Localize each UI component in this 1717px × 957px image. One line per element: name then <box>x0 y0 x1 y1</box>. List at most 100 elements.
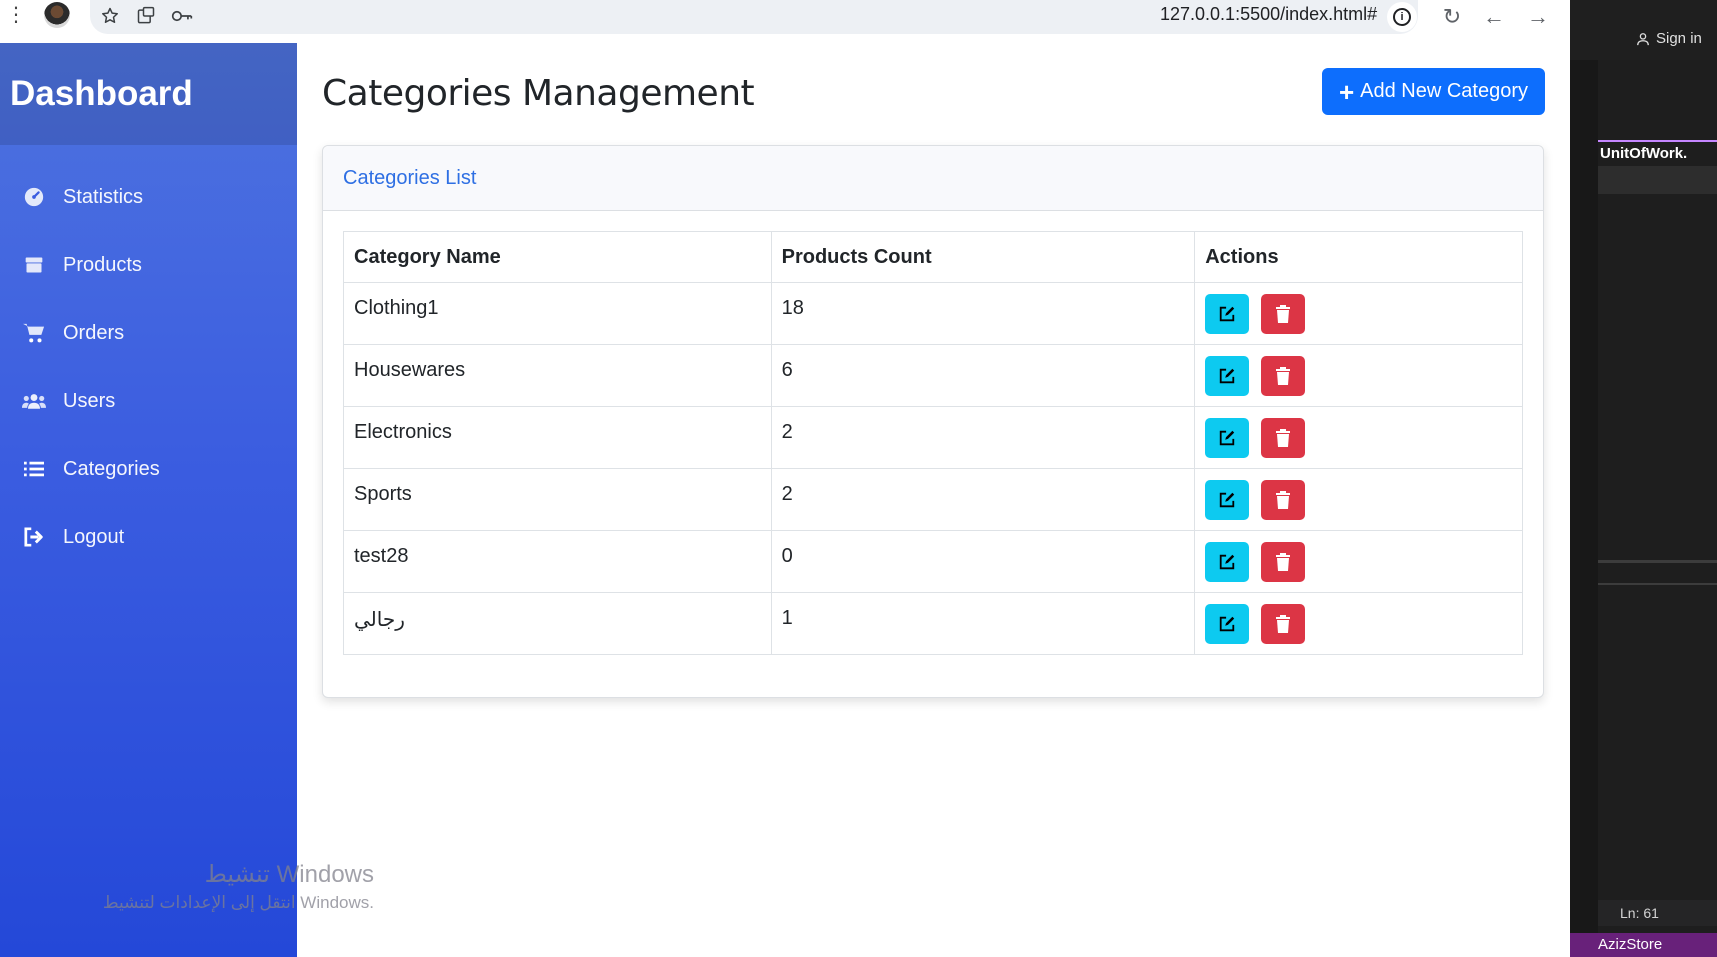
products-count-cell: 2 <box>770 406 1196 469</box>
sidebar-item-label: Categories <box>63 457 160 480</box>
add-category-button[interactable]: + Add New Category <box>1322 68 1545 115</box>
sidebar-item-label: Products <box>63 253 142 276</box>
edit-button[interactable] <box>1205 293 1250 334</box>
sign-in-button[interactable]: Sign in <box>1636 30 1702 47</box>
categories-card: Categories List Category Name Products C… <box>322 145 1544 698</box>
actions-cell <box>1194 530 1523 593</box>
actions-cell <box>1194 468 1523 531</box>
windows-watermark-subtitle: انتقل إلى الإعدادات لتنشيط Windows. <box>102 893 374 912</box>
delete-button[interactable] <box>1261 355 1306 396</box>
back-icon[interactable]: ← <box>1480 3 1508 31</box>
divider <box>1598 583 1717 585</box>
trash-icon <box>1276 366 1291 385</box>
browser-toolbar: ⋮ 127.0.0.1:5500/index.html# i ↻ ← → <box>0 0 1570 43</box>
edit-button[interactable] <box>1205 541 1250 582</box>
sidebar-item-label: Logout <box>63 525 125 548</box>
products-count-cell: 18 <box>770 282 1196 345</box>
edit-icon <box>1220 430 1235 445</box>
edit-icon <box>1220 306 1235 321</box>
extension-icon[interactable] <box>134 4 158 28</box>
edit-icon <box>1220 492 1235 507</box>
address-bar[interactable]: 127.0.0.1:5500/index.html# i <box>90 0 1418 34</box>
sidebar-nav: Statistics Products Orders Users Categor… <box>0 145 297 571</box>
sidebar-item-users[interactable]: Users <box>0 367 297 435</box>
menu-dots-icon[interactable]: ⋮ <box>6 5 26 25</box>
ide-panel: Sign in UnitOfWork. Ln: 61 AzizStore <box>1570 0 1717 957</box>
card-header: Categories List <box>323 146 1543 211</box>
delete-button[interactable] <box>1261 603 1306 644</box>
sidebar-item-products[interactable]: Products <box>0 231 297 299</box>
products-count-cell: 0 <box>770 530 1196 593</box>
ide-statusbar-project[interactable]: AzizStore <box>1570 933 1717 957</box>
logout-icon <box>22 525 46 549</box>
add-category-label: Add New Category <box>1360 80 1529 102</box>
profile-avatar[interactable] <box>44 2 70 28</box>
box-icon <box>22 253 46 277</box>
delete-button[interactable] <box>1261 479 1306 520</box>
edit-icon <box>1220 368 1235 383</box>
actions-cell <box>1194 282 1523 345</box>
ide-tab-strip <box>1598 166 1717 194</box>
main-content: Categories Management + Add New Category… <box>297 43 1570 957</box>
edit-icon <box>1220 616 1235 631</box>
sidebar-item-label: Statistics <box>63 185 144 208</box>
edit-button[interactable] <box>1205 355 1250 396</box>
category-name-cell: Sports <box>343 468 772 531</box>
divider <box>1598 560 1717 563</box>
table-row: Sports 2 <box>343 468 1523 531</box>
sidebar-item-orders[interactable]: Orders <box>0 299 297 367</box>
tachometer-icon <box>22 185 46 209</box>
table-header-row: Category Name Products Count Actions <box>343 231 1523 283</box>
actions-cell <box>1194 592 1523 655</box>
sidebar: Dashboard Statistics Products Orders Use… <box>0 43 297 957</box>
key-icon[interactable] <box>170 4 194 28</box>
users-icon <box>22 389 46 413</box>
table-row: Electronics 2 <box>343 406 1523 469</box>
trash-icon <box>1276 552 1291 571</box>
url-text[interactable]: 127.0.0.1:5500/index.html# <box>1160 4 1377 25</box>
trash-icon <box>1276 614 1291 633</box>
cart-icon <box>22 321 46 345</box>
brand-title: Dashboard <box>10 74 193 113</box>
list-icon <box>22 457 46 481</box>
ide-line-indicator[interactable]: Ln: 61 <box>1598 900 1717 926</box>
table-row: test28 0 <box>343 530 1523 593</box>
ide-gutter <box>1570 60 1598 933</box>
edit-icon <box>1220 554 1235 569</box>
sidebar-brand[interactable]: Dashboard <box>0 43 297 145</box>
column-header-actions: Actions <box>1194 231 1523 283</box>
category-name-cell: Clothing1 <box>343 282 772 345</box>
category-name-cell: Housewares <box>343 344 772 407</box>
products-count-cell: 6 <box>770 344 1196 407</box>
star-icon[interactable] <box>98 4 122 28</box>
delete-button[interactable] <box>1261 293 1306 334</box>
category-name-cell: رجالي <box>343 592 772 655</box>
reload-icon[interactable]: ↻ <box>1438 3 1466 31</box>
category-name-cell: test28 <box>343 530 772 593</box>
edit-button[interactable] <box>1205 417 1250 458</box>
delete-button[interactable] <box>1261 417 1306 458</box>
sidebar-item-logout[interactable]: Logout <box>0 503 297 571</box>
products-count-cell: 1 <box>770 592 1196 655</box>
forward-icon[interactable]: → <box>1524 3 1552 31</box>
edit-button[interactable] <box>1205 603 1250 644</box>
actions-cell <box>1194 406 1523 469</box>
column-header-count: Products Count <box>770 231 1196 283</box>
edit-button[interactable] <box>1205 479 1250 520</box>
sidebar-item-categories[interactable]: Categories <box>0 435 297 503</box>
ide-tab[interactable]: UnitOfWork. <box>1598 140 1717 166</box>
category-name-cell: Electronics <box>343 406 772 469</box>
trash-icon <box>1276 304 1291 323</box>
sidebar-item-statistics[interactable]: Statistics <box>0 163 297 231</box>
products-count-cell: 2 <box>770 468 1196 531</box>
actions-cell <box>1194 344 1523 407</box>
table-row: رجالي 1 <box>343 592 1523 655</box>
sidebar-item-label: Orders <box>63 321 125 344</box>
card-title: Categories List <box>343 166 477 189</box>
delete-button[interactable] <box>1261 541 1306 582</box>
windows-watermark-title: تنشيط Windows <box>204 861 374 888</box>
info-icon[interactable]: i <box>1387 2 1417 32</box>
table-row: Clothing1 18 <box>343 282 1523 345</box>
trash-icon <box>1276 428 1291 447</box>
trash-icon <box>1276 490 1291 509</box>
